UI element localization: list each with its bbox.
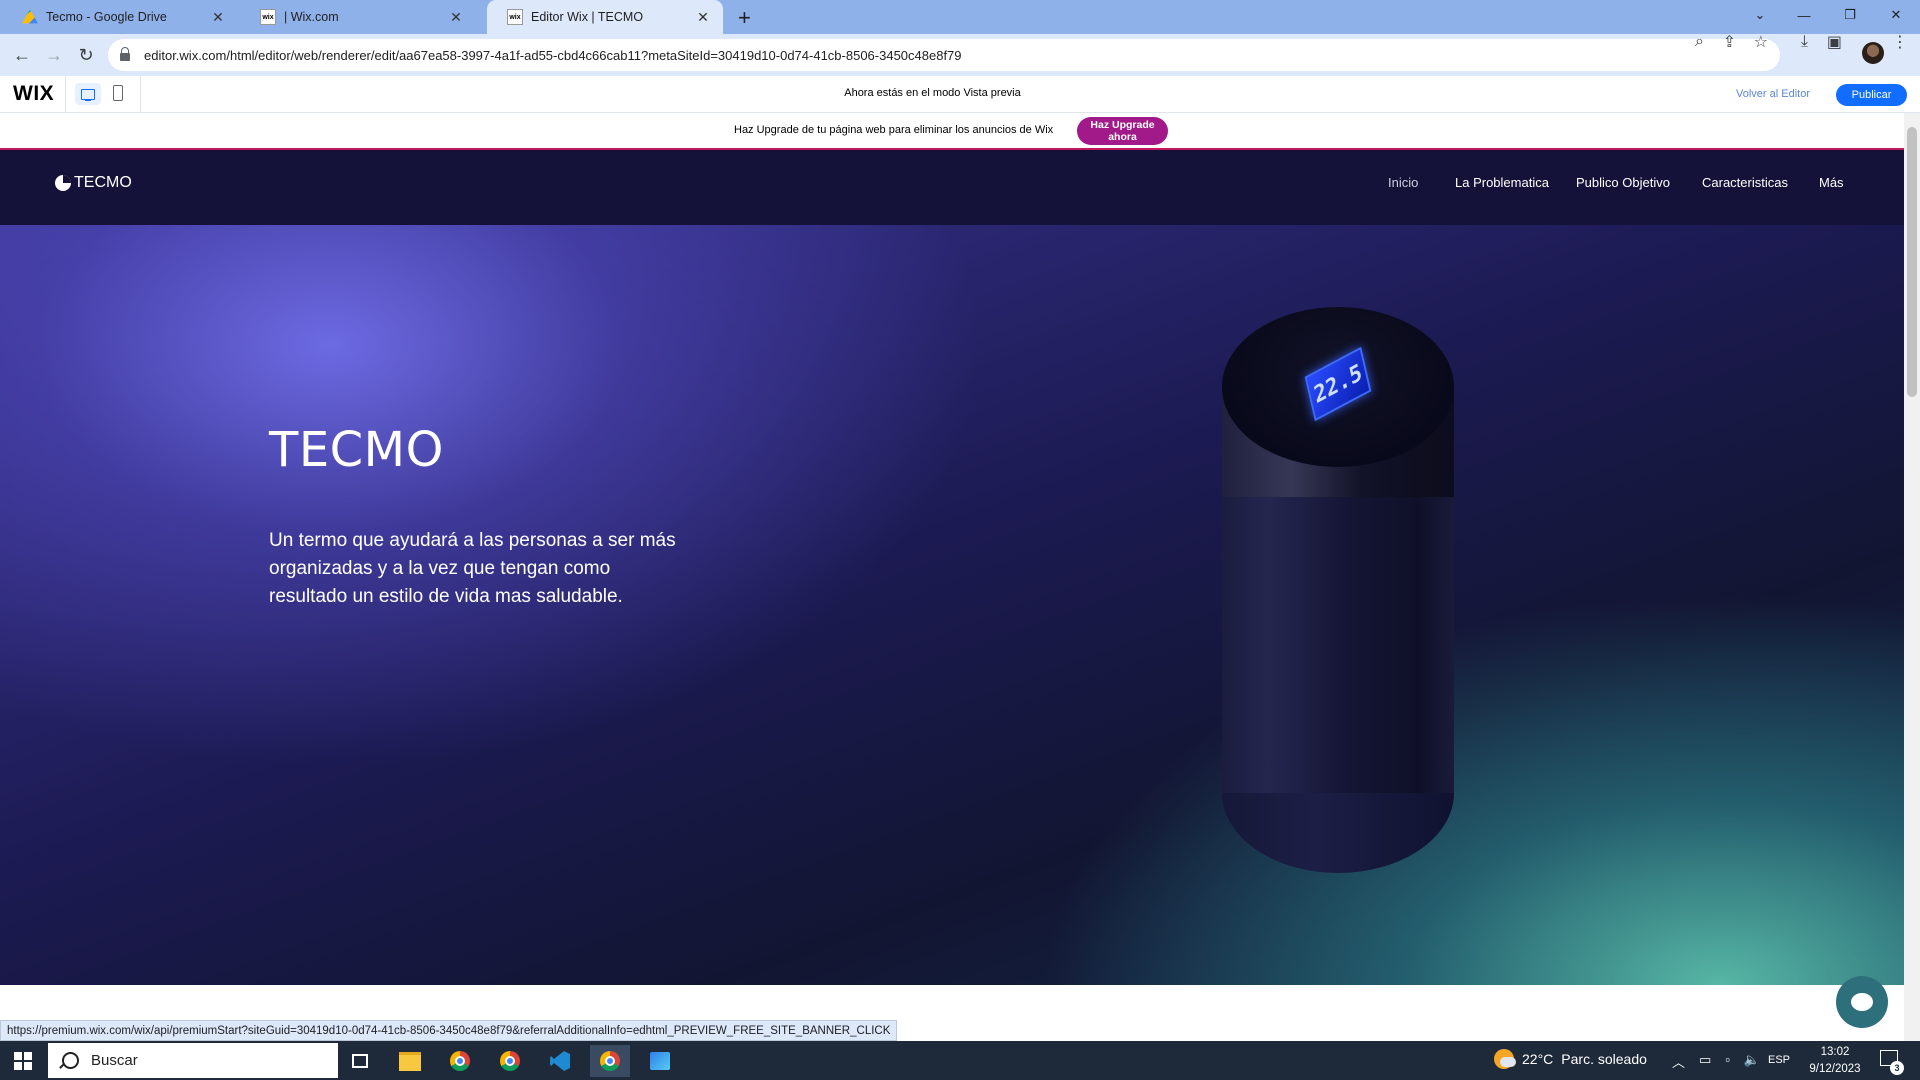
taskbar-search-placeholder: Buscar xyxy=(91,1052,138,1069)
volume-icon[interactable]: 🔈 xyxy=(1744,1052,1760,1071)
upgrade-banner: Haz Upgrade de tu página web para elimin… xyxy=(0,113,1904,150)
publish-button[interactable]: Publicar xyxy=(1836,84,1907,106)
tab-editor-wix[interactable]: wix Editor Wix | TECMO ✕ xyxy=(487,0,723,34)
profile-avatar[interactable] xyxy=(1862,42,1884,64)
wix-icon: wix xyxy=(260,9,276,25)
url-text[interactable]: editor.wix.com/html/editor/web/renderer/… xyxy=(144,48,962,63)
preview-mode-message: Ahora estás en el modo Vista previa xyxy=(844,87,1021,99)
windows-start-icon[interactable] xyxy=(14,1052,32,1070)
reload-icon[interactable]: ↻ xyxy=(74,43,98,67)
language-indicator[interactable]: ESP xyxy=(1768,1054,1790,1066)
tab-title: Tecmo - Google Drive xyxy=(46,10,167,24)
tecmo-logo-icon xyxy=(55,175,71,191)
taskbar-search[interactable]: Buscar xyxy=(48,1043,338,1078)
tab-google-drive[interactable]: Tecmo - Google Drive ✕ xyxy=(2,0,238,34)
search-icon xyxy=(62,1052,79,1069)
clock[interactable]: 13:02 9/12/2023 xyxy=(1800,1044,1870,1078)
tab-wix[interactable]: wix | Wix.com ✕ xyxy=(240,0,476,34)
lock-icon xyxy=(120,47,130,61)
site-header: TECMO Inicio La Problematica Publico Obj… xyxy=(0,150,1904,225)
weather-widget[interactable]: 22°C Parc. soleado xyxy=(1494,1049,1647,1069)
chat-icon[interactable] xyxy=(1836,976,1888,1028)
wix-icon: wix xyxy=(507,9,523,25)
clock-date: 9/12/2023 xyxy=(1809,1063,1861,1075)
nav-caracteristicas[interactable]: Caracteristicas xyxy=(1702,175,1788,190)
restore-icon[interactable]: ❐ xyxy=(1828,0,1872,30)
weather-temperature: 22°C xyxy=(1522,1051,1554,1067)
close-window-icon[interactable]: ✕ xyxy=(1874,0,1918,30)
thermos-image: 22.5 xyxy=(1222,307,1454,873)
site-logo[interactable]: TECMO xyxy=(55,174,132,192)
network-icon[interactable]: ▭ xyxy=(1699,1052,1711,1071)
windows-taskbar: Buscar 22°C Parc. soleado ︿ ▭ ▫ 🔈 ESP 13… xyxy=(0,1041,1920,1080)
close-tab-icon[interactable]: ✕ xyxy=(695,9,711,26)
share-icon[interactable]: ⇪ xyxy=(1723,32,1736,52)
download-icon[interactable]: ⤓ xyxy=(1801,33,1808,51)
file-explorer-icon[interactable] xyxy=(390,1045,430,1077)
meet-icon[interactable]: ▫ xyxy=(1725,1052,1730,1071)
tab-title: | Wix.com xyxy=(284,10,339,24)
hero-section: TECMO Un termo que ayudará a las persona… xyxy=(0,225,1904,985)
chrome-profile-icon[interactable] xyxy=(490,1045,530,1077)
back-to-editor-link[interactable]: Volver al Editor xyxy=(1736,88,1810,100)
hero-description: Un termo que ayudará a las personas a se… xyxy=(269,530,676,607)
chrome-active-icon[interactable] xyxy=(590,1045,630,1077)
menu-icon[interactable]: ⋮ xyxy=(1892,32,1908,52)
forward-icon[interactable]: → xyxy=(42,43,66,67)
side-panel-icon[interactable]: ▣ xyxy=(1827,32,1842,52)
photos-icon[interactable] xyxy=(640,1045,680,1077)
wix-preview-bar: WIX Ahora estás en el modo Vista previa … xyxy=(0,76,1920,113)
close-tab-icon[interactable]: ✕ xyxy=(448,9,464,26)
show-hidden-icons-icon[interactable]: ︿ xyxy=(1672,1052,1685,1071)
notification-count-badge: 3 xyxy=(1890,1061,1904,1075)
google-drive-icon xyxy=(22,9,38,24)
browser-tab-strip: Tecmo - Google Drive ✕ wix | Wix.com ✕ w… xyxy=(0,0,1920,34)
tab-search-icon[interactable]: ⌄ xyxy=(1738,0,1782,30)
upgrade-banner-text: Haz Upgrade de tu página web para elimin… xyxy=(734,124,1054,136)
nav-la-problematica[interactable]: La Problematica xyxy=(1455,175,1549,190)
tab-title: Editor Wix | TECMO xyxy=(531,10,644,24)
status-bar-url: https://premium.wix.com/wix/api/premiumS… xyxy=(0,1020,898,1041)
close-tab-icon[interactable]: ✕ xyxy=(210,9,226,26)
clock-time: 13:02 xyxy=(1820,1046,1850,1058)
system-tray: ︿ ▭ ▫ 🔈 xyxy=(1672,1052,1760,1071)
nav-publico-objetivo[interactable]: Publico Objetivo xyxy=(1576,175,1670,190)
vscode-icon[interactable] xyxy=(540,1045,580,1077)
address-bar[interactable]: editor.wix.com/html/editor/web/renderer/… xyxy=(108,39,1780,71)
zoom-icon[interactable]: ⌕ xyxy=(1695,33,1704,51)
minimize-icon[interactable]: — xyxy=(1782,0,1826,30)
chrome-icon[interactable] xyxy=(440,1045,480,1077)
brand-name: TECMO xyxy=(74,174,132,191)
page-scrollbar[interactable] xyxy=(1904,113,1920,1041)
browser-toolbar: ← → ↻ editor.wix.com/html/editor/web/ren… xyxy=(0,32,1920,76)
hero-title: TECMO xyxy=(269,422,444,478)
weather-icon xyxy=(1494,1049,1516,1069)
back-icon[interactable]: ← xyxy=(10,43,34,67)
nav-inicio[interactable]: Inicio xyxy=(1388,175,1418,190)
task-view-icon[interactable] xyxy=(340,1045,380,1077)
bookmark-star-icon[interactable]: ☆ xyxy=(1754,32,1768,52)
upgrade-now-button[interactable]: Haz Upgrade ahora xyxy=(1077,117,1168,145)
scrollbar-thumb[interactable] xyxy=(1907,127,1917,397)
nav-mas[interactable]: Más xyxy=(1819,175,1844,190)
weather-description: Parc. soleado xyxy=(1561,1051,1647,1067)
new-tab-button[interactable]: + xyxy=(738,5,751,31)
